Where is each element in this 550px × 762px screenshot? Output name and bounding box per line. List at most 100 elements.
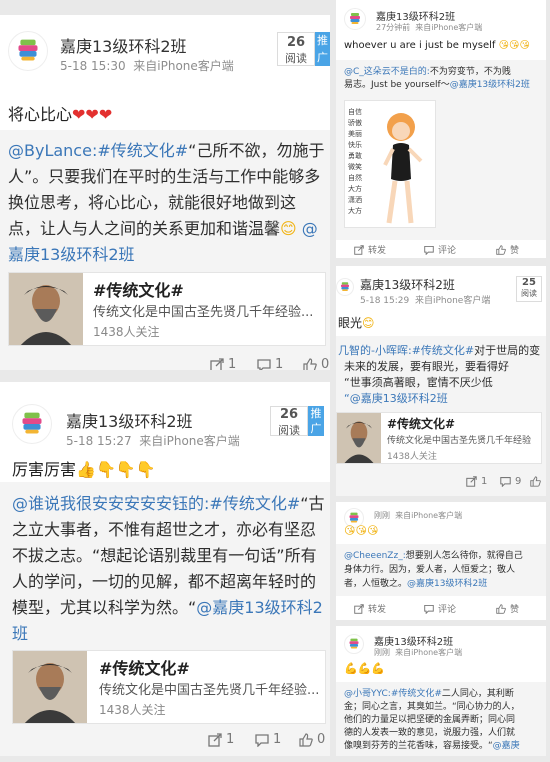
post-time: 5-18 15:30: [60, 59, 126, 73]
repost-quote[interactable]: @小哥YYC:#传统文化#二人同心，其利断 金；同心之言，其臭如兰。“同心协力的…: [336, 682, 546, 756]
quote-line: 不拔之志。“想起论语别裁里有一句话”所有: [12, 546, 317, 565]
post-meta: 5-18 15:27 来自iPhone客户端: [66, 432, 240, 449]
post-source: 来自iPhone客户端: [139, 434, 240, 448]
post-time: 刚刚: [374, 648, 390, 657]
like-action[interactable]: 赞: [496, 243, 519, 256]
avatar[interactable]: [8, 31, 48, 71]
kiss-emoji: 😘: [509, 40, 520, 51]
like-action[interactable]: 赞: [496, 602, 519, 615]
comment-icon: [257, 358, 271, 370]
quote-author-link[interactable]: @C_这朵云不是白的:: [344, 67, 430, 77]
topic-card[interactable]: #传统文化# 传统文化是中国古圣先贤几千年经验... 1438人关注: [8, 272, 326, 346]
quote-line: 点，让人与人之间的关系更加和谐温馨😊 @: [8, 219, 318, 238]
mention-link[interactable]: @嘉庚13级环科2班: [407, 579, 487, 589]
topic-desc: 传统文化是中国古圣先贤几千年经验...: [99, 683, 320, 698]
quote-line: 他们的力量足以把坚硬的金属弄断；同心同: [344, 715, 516, 725]
topic-link[interactable]: #传统文化#: [97, 141, 188, 160]
post-source: 来自iPhone客户端: [133, 59, 234, 73]
point-down-emoji: 👇: [115, 460, 136, 479]
avatar[interactable]: [336, 278, 354, 296]
promote-button[interactable]: 推广: [315, 32, 330, 66]
poster-name[interactable]: 嘉庚13级环科2班: [60, 33, 187, 57]
mention-link[interactable]: “@嘉庚13级环科2班: [344, 390, 448, 406]
repost-quote[interactable]: @谁说我很安安安安安钰的:#传统文化#“古 之立大事者，不惟有超世之才，亦必有坚…: [0, 482, 330, 756]
quote-line: 人”。只要我们在平时的生活与工作中能够多: [8, 167, 321, 186]
comment-action[interactable]: 9: [500, 476, 521, 487]
repost-action[interactable]: 转发: [354, 243, 386, 256]
post-time: 刚刚: [374, 511, 390, 520]
post-time: 5-18 15:29: [360, 296, 410, 306]
topic-card[interactable]: #传统文化# 传统文化是中国古圣先贤几千年经验... 1438人关注: [12, 650, 326, 724]
mention-link[interactable]: 班: [12, 620, 28, 644]
quote-line: 模型，尤其以科学为然。“@嘉庚13级环科2: [12, 598, 323, 617]
mention-link[interactable]: 嘉庚13级环科2班: [8, 241, 135, 265]
quote-line: 之立大事者，不惟有超世之才，亦必有坚忍: [12, 520, 317, 539]
promote-button[interactable]: 推广: [308, 406, 324, 436]
point-down-emoji: 👇: [95, 460, 116, 479]
topic-followers: 1438人关注: [99, 703, 166, 717]
like-action[interactable]: [530, 476, 541, 487]
comment-action[interactable]: 评论: [424, 243, 456, 256]
like-action[interactable]: 0: [303, 357, 329, 370]
thumbs-up-icon: [496, 603, 506, 614]
read-count: 26: [286, 35, 306, 50]
repost-quote[interactable]: @C_这朵云不是白的:不为穷变节，不为贱 易志。Just be yourself…: [336, 60, 546, 240]
quote-author-link[interactable]: @谁说我很安安安安安钰的:: [12, 494, 209, 513]
topic-card[interactable]: #传统文化# 传统文化是中国古圣先贤几千年经验 1438人关注: [336, 412, 542, 464]
smile-icon: 😊: [362, 316, 375, 330]
quote-author-link[interactable]: 几智的-小晖晖:: [338, 344, 412, 357]
topic-link[interactable]: #传统文化#: [412, 344, 474, 357]
post-time: 5-18 15:27: [66, 434, 132, 448]
avatar[interactable]: [344, 634, 364, 654]
topic-link[interactable]: #传统文化#: [391, 689, 442, 699]
repost-icon: [466, 476, 477, 487]
like-action[interactable]: 0: [299, 732, 325, 747]
repost-quote[interactable]: 几智的-小晖晖:#传统文化#对于世局的变 未来的发展，要有眼光，要看得好 “世事…: [336, 336, 546, 496]
comment-icon: [500, 477, 511, 487]
poster-name[interactable]: 嘉庚13级环科2班: [374, 633, 453, 648]
topic-title: #传统文化#: [93, 281, 184, 300]
avatar[interactable]: [12, 404, 52, 444]
quote-line: 身体力行。因为，爱人者，人恒爱之；敬人: [344, 565, 516, 575]
post-text: whoever u are i just be myself 😘😘😘: [344, 40, 530, 51]
topic-link[interactable]: #传统文化#: [209, 494, 300, 513]
post-meta: 27分钟前 来自iPhone客户端: [376, 22, 482, 33]
poster-name[interactable]: 嘉庚13级环科2班: [360, 276, 455, 293]
poster-name[interactable]: 嘉庚13级环科2班: [66, 408, 193, 432]
quote-author-link[interactable]: @小哥YYC:: [344, 689, 391, 699]
kiss-emoji: 😘: [366, 524, 379, 537]
mention-link[interactable]: @嘉庚13级环科2班: [450, 80, 530, 90]
repost-quote[interactable]: @ByLance:#传统文化#“己所不欲，勿施于 人”。只要我们在平时的生活与工…: [0, 130, 330, 370]
quote-line: 者，人恒敬之。@嘉庚13级环科2班: [344, 579, 488, 589]
avatar[interactable]: [344, 8, 366, 30]
mention-link[interactable]: @: [302, 219, 318, 238]
kiss-emoji: 😘: [498, 40, 510, 51]
heart-icon: ❤: [85, 105, 99, 124]
weibo-card-post1: 嘉庚13级环科2班 5-18 15:30 来自iPhone客户端 26 阅读 推…: [0, 15, 330, 370]
repost-action[interactable]: 1: [210, 357, 236, 370]
thumbs-up-emoji: 👍: [76, 460, 96, 479]
post-meta: 刚刚 来自iPhone客户端: [374, 647, 462, 658]
quote-author-link[interactable]: @CheeenZz_:: [344, 551, 406, 561]
comment-action[interactable]: 1: [255, 732, 281, 747]
poster-name[interactable]: 嘉庚13级环科2班: [376, 8, 455, 23]
quote-line: 换位思考，将心比心，就能很好地做到这: [8, 193, 297, 212]
cartoon-girl-image[interactable]: 自信 骄傲 美丽 快乐 勇敢 微笑 自然 大方 潇洒 大方: [344, 100, 436, 228]
repost-action[interactable]: 1: [466, 476, 487, 487]
post-text: 💪💪💪: [344, 662, 385, 675]
weibo-card-post3: 嘉庚13级环科2班 27分钟前 来自iPhone客户端 whoever u ar…: [336, 0, 546, 258]
repost-icon: [354, 244, 364, 255]
post-source: 来自iPhone客户端: [415, 23, 483, 32]
mention-link[interactable]: @嘉庚13级环科2: [196, 598, 323, 617]
comment-icon: [424, 245, 434, 255]
repost-action[interactable]: 转发: [354, 602, 386, 615]
repost-quote[interactable]: @CheeenZz_:想要别人怎么待你，就得自己 身体力行。因为，爱人者，人恒爱…: [336, 544, 546, 596]
post-text: 眼光😊: [338, 316, 375, 330]
quote-line: 未来的发展，要有眼光，要看得好: [344, 360, 509, 373]
quote-author-link[interactable]: @ByLance:: [8, 141, 97, 160]
mention-link[interactable]: @嘉庚: [493, 741, 520, 751]
comment-action[interactable]: 1: [257, 357, 283, 370]
smile-icon: 😊: [280, 219, 297, 238]
repost-action[interactable]: 1: [208, 732, 234, 747]
comment-action[interactable]: 评论: [424, 602, 456, 615]
